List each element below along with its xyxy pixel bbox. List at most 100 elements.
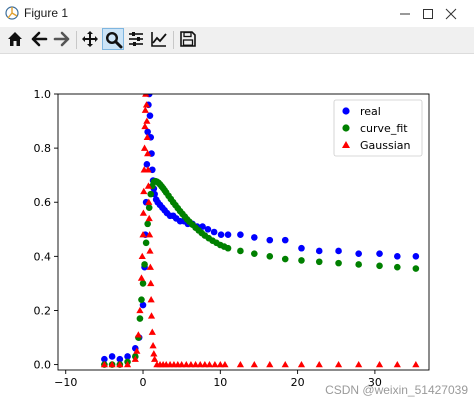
data-point-gaussian: [315, 360, 323, 368]
configure-subplots-button[interactable]: [125, 28, 147, 50]
data-point-gaussian: [334, 360, 343, 368]
data-point-gaussian: [147, 279, 155, 287]
data-point-curve-fit: [315, 258, 323, 266]
data-point-real: [376, 250, 383, 257]
subplots-configure-icon: [129, 32, 143, 46]
x-tick-label: 10: [213, 376, 227, 389]
data-point-curve-fit: [142, 239, 150, 247]
data-point-gaussian: [297, 360, 306, 368]
data-point-curve-fit: [376, 262, 383, 270]
data-point-gaussian: [146, 247, 154, 254]
data-point-curve-fit: [141, 261, 148, 268]
data-point-real: [210, 228, 218, 236]
x-tick-label: −10: [54, 376, 77, 389]
data-point-gaussian: [375, 360, 384, 368]
save-floppy-icon: [180, 31, 196, 47]
data-point-curve-fit: [266, 253, 274, 260]
pan-button[interactable]: [79, 28, 101, 50]
y-tick-label: 0.8: [34, 142, 52, 155]
data-point-curve-fit: [147, 190, 155, 198]
data-point-real: [143, 161, 151, 168]
close-icon: [445, 8, 457, 20]
forward-button[interactable]: [51, 28, 73, 50]
toolbar-separator: [76, 31, 77, 49]
toolbar-separator: [173, 31, 174, 49]
data-point-real: [355, 250, 362, 257]
data-point-curve-fit: [355, 261, 362, 268]
data-point-real: [335, 247, 342, 255]
data-point-curve-fit: [145, 204, 153, 211]
scatter-chart[interactable]: −10 0 10 20 300.00.20.40.60.81.0realcurve_fi…: [0, 54, 474, 405]
home-button[interactable]: [4, 28, 26, 50]
data-point-real: [266, 236, 274, 244]
x-tick-label: 0: [140, 376, 147, 389]
legend-label: curve_fit: [360, 122, 408, 135]
data-point-gaussian: [139, 209, 148, 216]
data-point-real: [237, 231, 244, 239]
data-point-gaussian: [134, 331, 142, 338]
data-point-real: [298, 244, 305, 252]
home-icon: [8, 32, 22, 46]
close-button[interactable]: [428, 0, 474, 27]
navigation-toolbar: [0, 27, 474, 54]
back-button[interactable]: [28, 28, 50, 50]
data-point-real: [108, 353, 116, 360]
back-arrow-icon: [31, 31, 48, 47]
y-tick-label: 1.0: [34, 88, 52, 101]
data-point-curve-fit: [139, 280, 147, 287]
zoom-magnifier-icon: [105, 31, 123, 49]
data-point-curve-fit: [138, 296, 145, 303]
legend-marker: [342, 107, 350, 115]
window-title: Figure 1: [24, 6, 69, 20]
data-point-curve-fit: [298, 257, 305, 264]
figure-canvas[interactable]: −10 0 10 20 30 0.0 0.2 0.4 0.6 0.8 1.0 real curve_fi…: [0, 54, 474, 405]
data-point-gaussian: [149, 342, 157, 349]
data-point-gaussian: [147, 296, 155, 303]
data-point-gaussian: [140, 187, 148, 195]
data-point-curve-fit: [335, 259, 342, 267]
zoom-button[interactable]: [102, 28, 124, 50]
data-point-gaussian: [137, 274, 146, 281]
data-point-curve-fit: [394, 263, 401, 271]
y-tick-label: 0.2: [34, 304, 52, 317]
data-point-real: [394, 253, 401, 260]
save-button[interactable]: [177, 28, 199, 50]
data-point-gaussian: [151, 355, 159, 362]
title-bar: Figure 1: [0, 0, 474, 28]
data-point-gaussian: [147, 312, 156, 319]
y-tick-label: 0.4: [34, 250, 52, 263]
legend-marker: [342, 124, 350, 132]
data-point-real: [251, 234, 258, 241]
data-point-gaussian: [355, 360, 363, 368]
data-point-gaussian: [140, 144, 149, 151]
watermark-text: CSDN @weixin_51427039: [325, 383, 468, 397]
data-point-real: [315, 247, 323, 255]
data-point-gaussian: [281, 360, 289, 368]
matplotlib-figure-icon: [5, 6, 19, 20]
data-point-real: [224, 231, 232, 239]
data-point-gaussian: [141, 122, 149, 130]
data-point-real: [217, 231, 225, 239]
data-point-gaussian: [412, 360, 420, 368]
data-point-gaussian: [393, 360, 401, 368]
legend-label: Gaussian: [360, 139, 410, 152]
legend: real curve_fit Gaussian: [333, 99, 423, 157]
data-point-real: [281, 236, 289, 244]
x-tick-label: 20: [291, 376, 305, 389]
data-point-real: [146, 112, 154, 119]
data-point-curve-fit: [251, 250, 258, 257]
data-point-curve-fit: [237, 247, 244, 255]
data-point-curve-fit: [281, 255, 289, 263]
data-point-curve-fit: [136, 315, 144, 322]
data-point-curve-fit: [144, 220, 151, 228]
edit-axis-button[interactable]: [148, 28, 170, 50]
data-point-real: [412, 253, 420, 260]
data-point-curve-fit: [224, 244, 232, 252]
forward-arrow-icon: [53, 31, 70, 47]
data-point-gaussian: [236, 360, 245, 368]
data-point-gaussian: [250, 360, 258, 368]
data-point-gaussian: [138, 252, 146, 260]
data-point-gaussian: [221, 360, 229, 368]
data-point-gaussian: [145, 214, 153, 222]
y-tick-label: 0.0: [34, 359, 52, 372]
